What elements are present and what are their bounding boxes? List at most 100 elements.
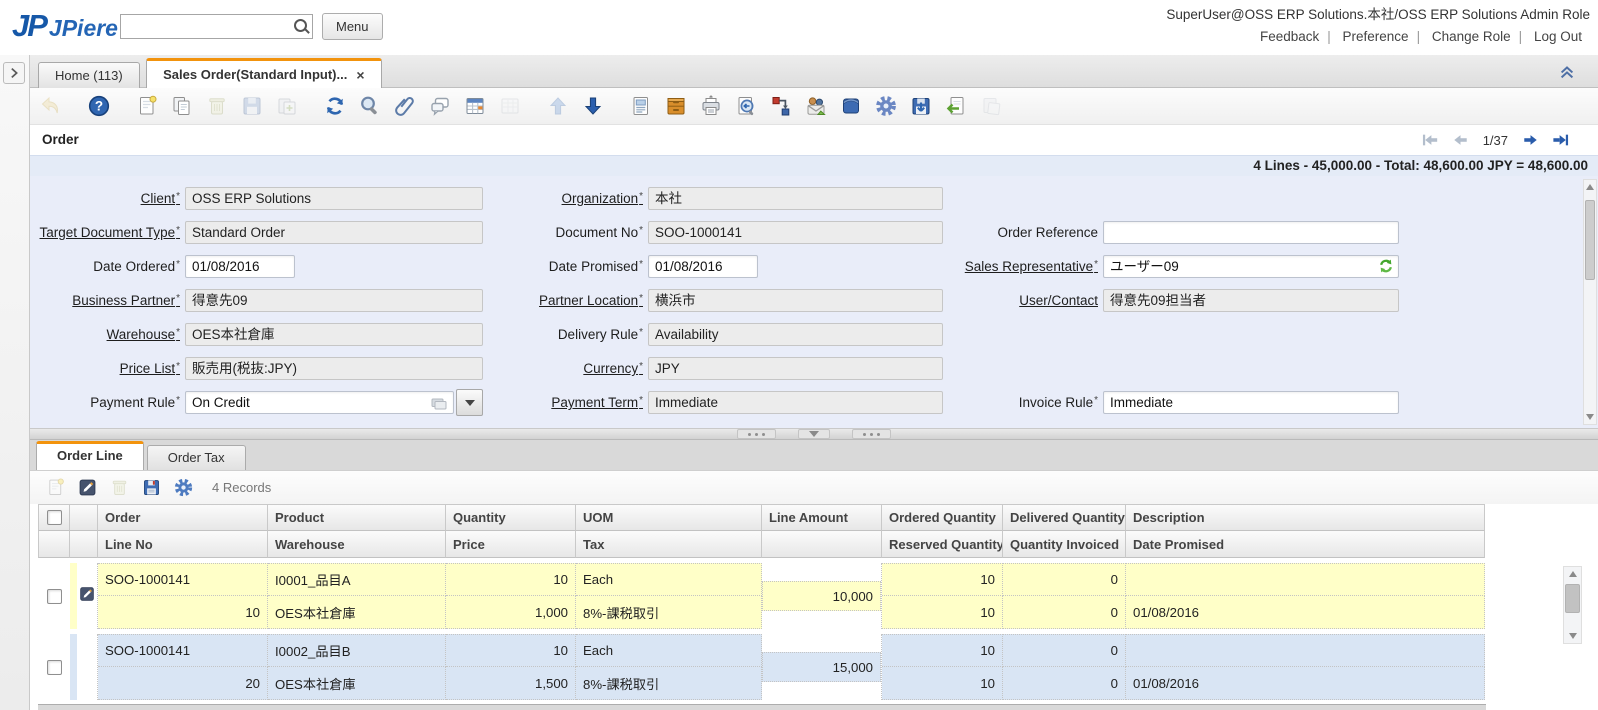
date-ordered-field[interactable]: 01/08/2016 xyxy=(185,255,295,278)
sidebar-expand-button[interactable] xyxy=(3,62,25,84)
dropdown-button[interactable] xyxy=(456,389,483,416)
global-search-input[interactable] xyxy=(120,14,294,39)
form-scrollbar[interactable] xyxy=(1583,179,1597,425)
row-checkbox[interactable] xyxy=(47,660,62,675)
tab-home[interactable]: Home (113) xyxy=(38,62,140,88)
requests-icon[interactable] xyxy=(803,93,829,119)
find-icon[interactable] xyxy=(357,93,383,119)
help-icon[interactable]: ? xyxy=(86,93,112,119)
attachment-icon[interactable] xyxy=(392,93,418,119)
preference-link[interactable]: Preference xyxy=(1343,29,1409,44)
cell-quantity-invoiced: 0 xyxy=(1003,596,1126,629)
price-list-label[interactable]: Price List* xyxy=(120,361,180,376)
csv-import-icon[interactable] xyxy=(943,93,969,119)
tab-order-tax[interactable]: Order Tax xyxy=(147,445,246,470)
table-row[interactable]: SOO-1000141I0002_品目B10Each15,00010020OES… xyxy=(38,634,1598,700)
change-role-link[interactable]: Change Role xyxy=(1432,29,1511,44)
payment-rule-value[interactable]: On Credit xyxy=(185,391,454,414)
target-document-type-label[interactable]: Target Document Type* xyxy=(40,225,180,240)
column-header: Quantity Invoiced xyxy=(1003,531,1126,558)
splitter[interactable] xyxy=(30,428,1598,440)
splitter-collapse-icon[interactable] xyxy=(798,429,830,439)
scrollbar-thumb[interactable] xyxy=(1565,584,1580,613)
detail-record-icon[interactable] xyxy=(580,93,606,119)
link-separator: | xyxy=(1519,29,1523,44)
workflow-icon[interactable] xyxy=(768,93,794,119)
order-form: Client* OSS ERP Solutions Organization* 本社 T… xyxy=(30,176,1598,428)
detail-grid-icon xyxy=(497,93,523,119)
jpiere-logo[interactable]: JPJPiere xyxy=(12,8,118,44)
grid-scrollbar[interactable] xyxy=(1563,566,1582,644)
product-info-icon[interactable] xyxy=(838,93,864,119)
row-checkbox[interactable] xyxy=(47,589,62,604)
record-position: 1/37 xyxy=(1483,133,1508,148)
payment-term-field: Immediate xyxy=(648,391,943,414)
grid-customize-icon[interactable] xyxy=(172,477,194,499)
scroll-down-icon[interactable] xyxy=(1569,633,1577,639)
column-header: Product xyxy=(268,504,446,531)
splitter-handle[interactable] xyxy=(737,429,776,439)
next-record-icon[interactable] xyxy=(1521,132,1540,148)
warehouse-label[interactable]: Warehouse* xyxy=(107,327,180,342)
record-info-icon[interactable] xyxy=(1377,257,1395,275)
collapse-header-icon[interactable] xyxy=(1556,63,1578,81)
menu-button[interactable]: Menu xyxy=(322,13,383,40)
refresh-icon[interactable] xyxy=(322,93,348,119)
tab-order-line[interactable]: Order Line xyxy=(36,441,144,470)
window-tab-bar: Home (113) Sales Order(Standard Input)..… xyxy=(30,55,1598,88)
cell-tax: 8%-課税取引 xyxy=(576,667,762,700)
process-icon[interactable] xyxy=(873,93,899,119)
chat-icon[interactable] xyxy=(427,93,453,119)
date-ordered-label: Date Ordered* xyxy=(93,259,180,274)
partner-location-label[interactable]: Partner Location* xyxy=(539,293,643,308)
scrollbar-thumb[interactable] xyxy=(1585,200,1595,280)
feedback-link[interactable]: Feedback xyxy=(1260,29,1319,44)
table-row[interactable]: SOO-1000141I0001_品目A10Each10,00010010OES… xyxy=(38,563,1598,629)
payment-rule-field[interactable]: On Credit xyxy=(185,391,483,414)
detail-toolbar: 4 Records xyxy=(30,471,1598,504)
business-partner-label[interactable]: Business Partner* xyxy=(72,293,180,308)
cell-price: 1,500 xyxy=(446,667,576,700)
scroll-up-icon[interactable] xyxy=(1569,571,1577,577)
archive-icon[interactable] xyxy=(663,93,689,119)
copy-record-icon[interactable] xyxy=(169,93,195,119)
currency-label[interactable]: Currency* xyxy=(583,361,643,376)
new-record-icon[interactable] xyxy=(134,93,160,119)
export-icon[interactable] xyxy=(908,93,934,119)
logout-link[interactable]: Log Out xyxy=(1534,29,1582,44)
window-title-bar: Order 1/37 xyxy=(30,125,1598,155)
client-field: OSS ERP Solutions xyxy=(185,187,483,210)
edit-row-icon[interactable] xyxy=(78,585,96,608)
organization-field: 本社 xyxy=(648,187,943,210)
grid-edit-icon[interactable] xyxy=(76,477,98,499)
horizontal-scrollbar[interactable] xyxy=(38,704,1486,710)
grid-save-icon[interactable] xyxy=(140,477,162,499)
date-promised-field[interactable]: 01/08/2016 xyxy=(648,255,758,278)
cell-ordered-quantity: 10 xyxy=(882,634,1003,667)
grid-toggle-icon[interactable] xyxy=(462,93,488,119)
status-line: 4 Lines - 45,000.00 - Total: 48,600.00 J… xyxy=(1253,158,1588,173)
print-preview-icon[interactable] xyxy=(733,93,759,119)
splitter-handle[interactable] xyxy=(852,429,891,439)
payment-rule-label: Payment Rule* xyxy=(90,395,180,410)
invoice-rule-field[interactable]: Immediate xyxy=(1103,391,1399,414)
select-all-checkbox[interactable] xyxy=(47,510,62,525)
tab-sales-order[interactable]: Sales Order(Standard Input)... × xyxy=(146,58,381,88)
parent-record-icon xyxy=(545,93,571,119)
close-tab-icon[interactable]: × xyxy=(356,69,364,81)
payment-term-label[interactable]: Payment Term* xyxy=(551,395,643,410)
last-record-icon[interactable] xyxy=(1551,132,1570,148)
column-header: Reserved Quantity xyxy=(882,531,1003,558)
global-search-button[interactable] xyxy=(289,14,313,39)
client-label[interactable]: Client* xyxy=(141,191,180,206)
organization-label[interactable]: Organization* xyxy=(562,191,643,206)
order-reference-field[interactable] xyxy=(1103,221,1399,244)
print-icon[interactable] xyxy=(698,93,724,119)
main-toolbar: ? xyxy=(30,88,1598,125)
sales-representative-label[interactable]: Sales Representative* xyxy=(965,259,1098,274)
scroll-down-icon[interactable] xyxy=(1586,414,1594,420)
scroll-up-icon[interactable] xyxy=(1586,184,1594,190)
user-contact-label[interactable]: User/Contact xyxy=(1019,293,1098,308)
sales-representative-field[interactable]: ユーザー09 xyxy=(1103,255,1399,278)
report-icon[interactable] xyxy=(628,93,654,119)
